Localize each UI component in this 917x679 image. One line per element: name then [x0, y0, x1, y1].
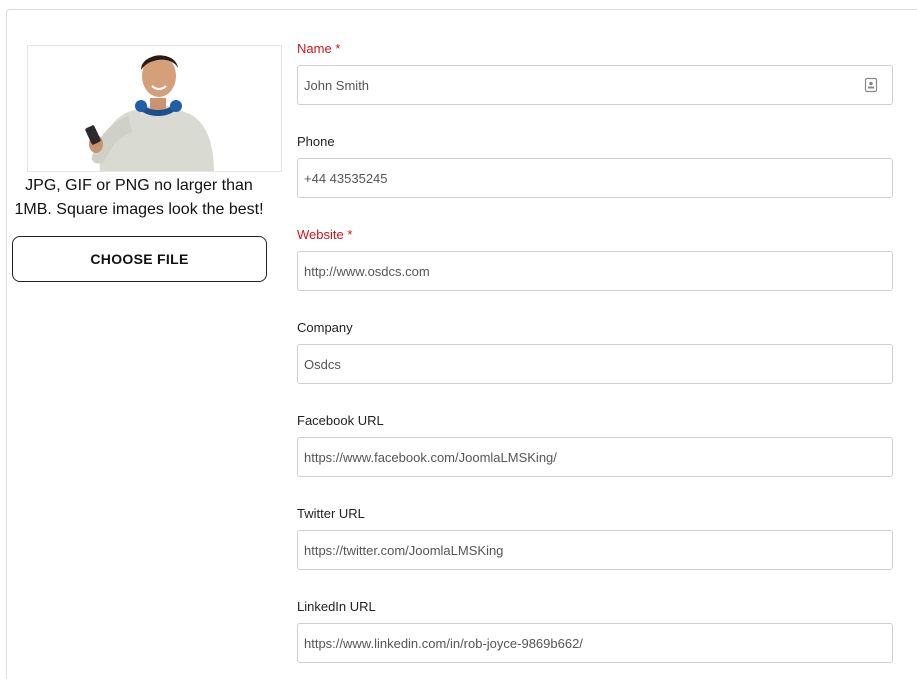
name-label: Name *: [297, 41, 340, 56]
avatar-preview: [27, 45, 282, 172]
avatar-image: [85, 55, 214, 171]
website-required-mark: *: [347, 227, 353, 242]
website-label: Website *: [297, 227, 352, 242]
name-field[interactable]: [297, 65, 893, 105]
linkedin-url-field[interactable]: [297, 623, 893, 663]
twitter-url-field[interactable]: [297, 530, 893, 570]
website-label-text: Website: [297, 227, 344, 242]
contact-card-icon[interactable]: [864, 77, 878, 93]
name-label-text: Name: [297, 41, 332, 56]
facebook-url-label: Facebook URL: [297, 413, 384, 428]
name-required-mark: *: [335, 41, 341, 56]
linkedin-url-label: LinkedIn URL: [297, 599, 376, 614]
upload-hint: JPG, GIF or PNG no larger than 1MB. Squa…: [14, 177, 264, 218]
website-field[interactable]: [297, 251, 893, 291]
choose-file-button[interactable]: CHOOSE FILE: [12, 236, 267, 282]
phone-label: Phone: [297, 134, 335, 149]
company-label: Company: [297, 320, 353, 335]
twitter-url-label: Twitter URL: [297, 506, 365, 521]
facebook-url-field[interactable]: [297, 437, 893, 477]
phone-field[interactable]: [297, 158, 893, 198]
company-field[interactable]: [297, 344, 893, 384]
